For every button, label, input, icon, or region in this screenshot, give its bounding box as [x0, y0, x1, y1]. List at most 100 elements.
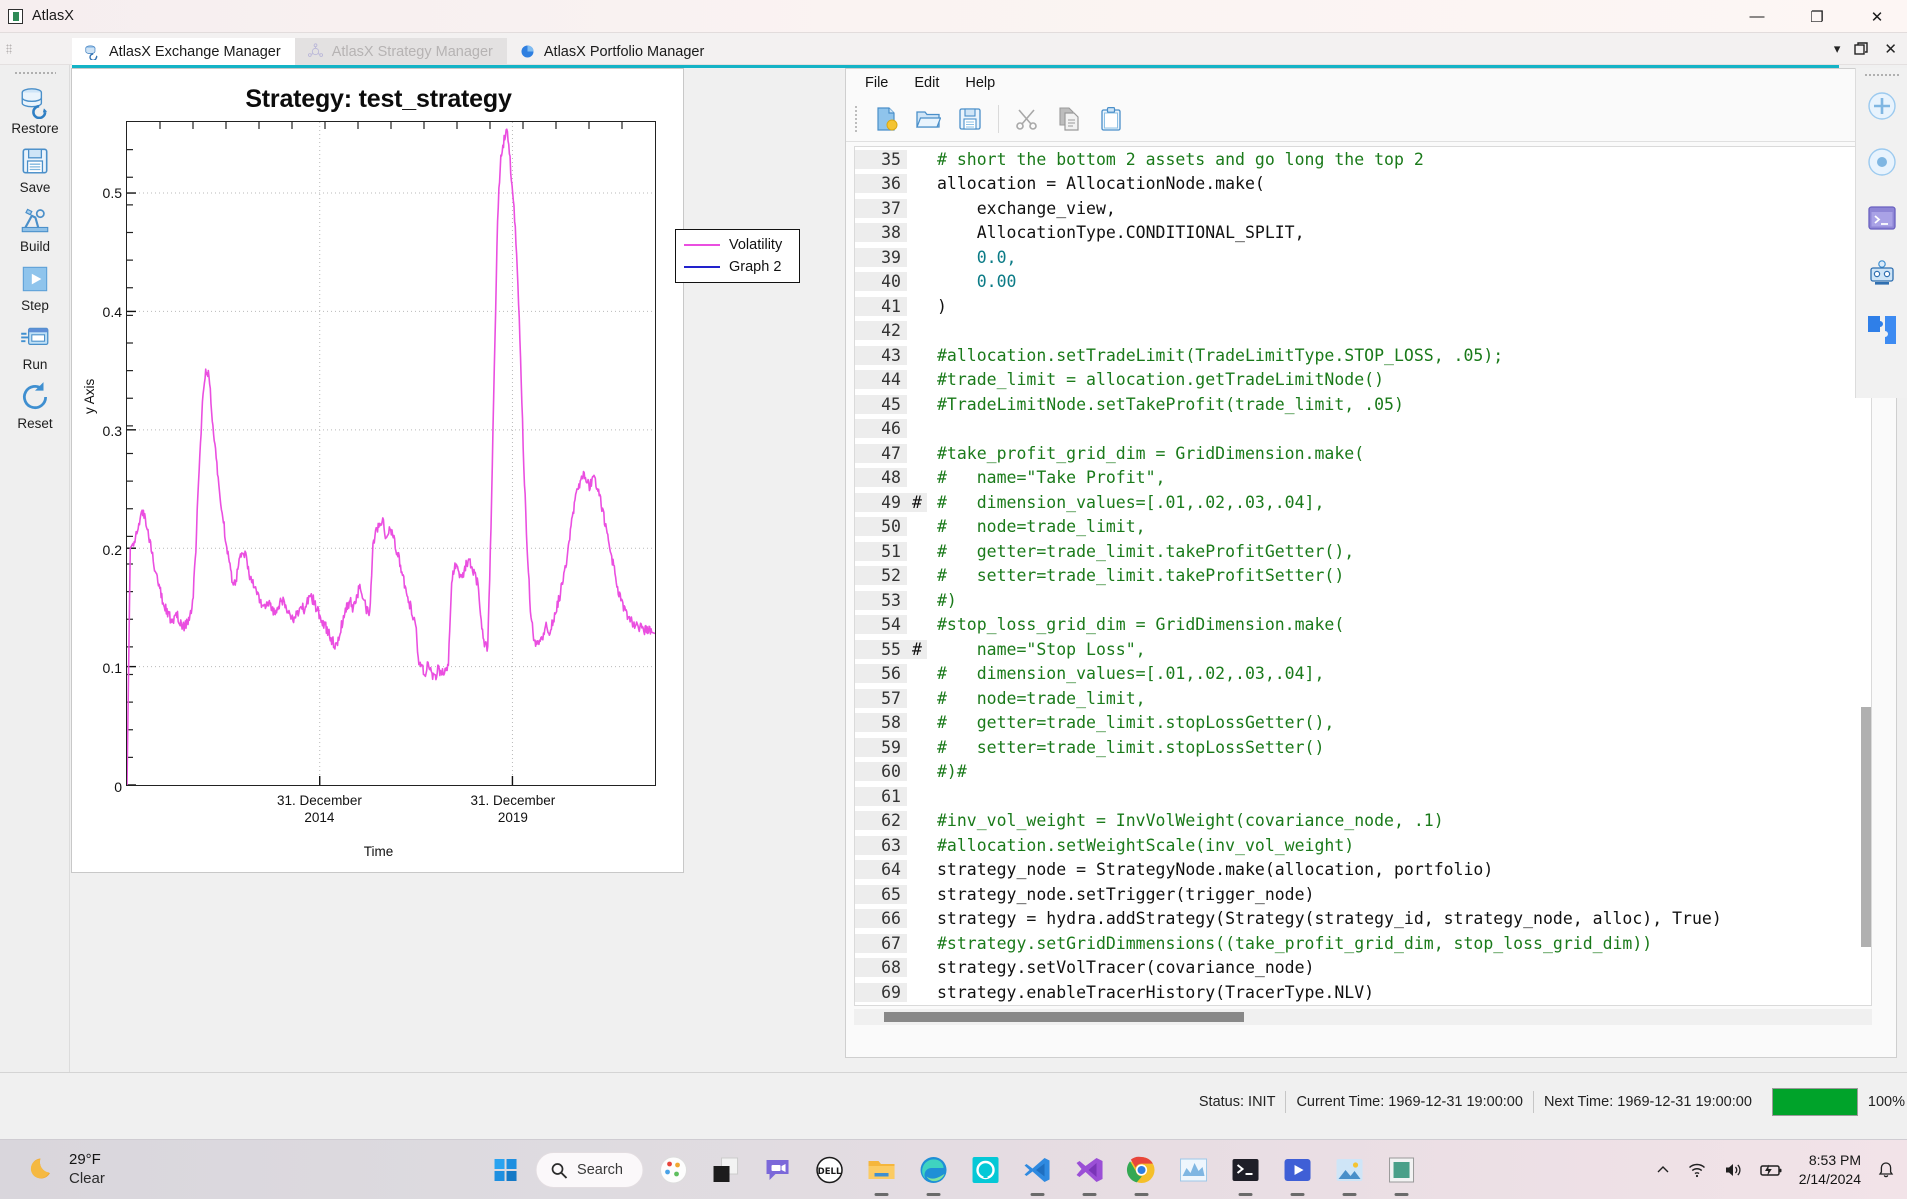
speaker-icon[interactable] [1723, 1160, 1743, 1180]
copy-button[interactable] [1051, 101, 1087, 137]
code-line[interactable]: 47#take_profit_grid_dim = GridDimension.… [855, 441, 1871, 466]
code-line[interactable]: 53#) [855, 588, 1871, 613]
code-line[interactable]: 49## dimension_values=[.01,.02,.03,.04], [855, 490, 1871, 515]
tab-strip-grip[interactable] [6, 44, 12, 54]
robot-button[interactable] [1856, 246, 1907, 302]
code-line[interactable]: 57# node=trade_limit, [855, 686, 1871, 711]
close-button[interactable]: ✕ [1847, 0, 1907, 33]
code-line[interactable]: 42 [855, 319, 1871, 344]
line-marker[interactable]: # [907, 493, 927, 512]
code-line[interactable]: 66strategy = hydra.addStrategy(Strategy(… [855, 907, 1871, 932]
toolbar-grip[interactable] [854, 105, 859, 133]
code-vertical-scrollbar-thumb[interactable] [1861, 707, 1871, 947]
rail-item-step[interactable]: Step [0, 254, 70, 313]
code-horizontal-scrollbar[interactable] [854, 1009, 1872, 1025]
code-line[interactable]: 44#trade_limit = allocation.getTradeLimi… [855, 368, 1871, 393]
battery-charging-icon[interactable] [1759, 1160, 1783, 1180]
tab-portfolio-manager[interactable]: AtlasX Portfolio Manager [507, 38, 718, 65]
code-line[interactable]: 61 [855, 784, 1871, 809]
code-line[interactable]: 55# name="Stop Loss", [855, 637, 1871, 662]
right-rail-grip[interactable] [1864, 73, 1900, 77]
code-line[interactable]: 36allocation = AllocationNode.make( [855, 172, 1871, 197]
code-line[interactable]: 46 [855, 417, 1871, 442]
chevron-down-icon[interactable]: ▾ [1834, 41, 1841, 57]
wifi-icon[interactable] [1687, 1160, 1707, 1180]
code-line[interactable]: 35# short the bottom 2 assets and go lon… [855, 147, 1871, 172]
code-line[interactable]: 52# setter=trade_limit.takeProfitSetter(… [855, 564, 1871, 589]
code-line[interactable]: 40 0.00 [855, 270, 1871, 295]
terminal-button[interactable] [1856, 190, 1907, 246]
taskbar-app-charts[interactable] [1172, 1148, 1216, 1192]
code-line[interactable]: 38 AllocationType.CONDITIONAL_SPLIT, [855, 221, 1871, 246]
taskbar-app-edge[interactable] [912, 1148, 956, 1192]
taskbar-clock[interactable]: 8:53 PM 2/14/2024 [1799, 1151, 1861, 1189]
taskbar-app-paint[interactable] [652, 1148, 696, 1192]
taskbar-app-chrome[interactable] [1120, 1148, 1164, 1192]
tab-strategy-manager[interactable]: AtlasX Strategy Manager [295, 38, 507, 65]
bell-icon[interactable] [1877, 1161, 1895, 1179]
code-line[interactable]: 48# name="Take Profit", [855, 466, 1871, 491]
chart-plot-area[interactable] [126, 121, 656, 786]
new-file-button[interactable] [868, 101, 904, 137]
code-text-area[interactable]: 35# short the bottom 2 assets and go lon… [854, 146, 1872, 1006]
close-icon[interactable]: ✕ [1884, 40, 1897, 58]
code-line[interactable]: 60#)# [855, 760, 1871, 785]
code-line[interactable]: 69strategy.enableTracerHistory(TracerTyp… [855, 980, 1871, 1005]
taskbar-app-visual-studio[interactable] [1068, 1148, 1112, 1192]
code-horizontal-scrollbar-thumb[interactable] [884, 1012, 1244, 1022]
code-line[interactable]: 43#allocation.setTradeLimit(TradeLimitTy… [855, 343, 1871, 368]
code-line[interactable]: 62#inv_vol_weight = InvVolWeight(covaria… [855, 809, 1871, 834]
show-hidden-icons[interactable] [1655, 1162, 1671, 1178]
code-line[interactable]: 39 0.0, [855, 245, 1871, 270]
rail-item-save[interactable]: Save [0, 136, 70, 195]
rail-item-run[interactable]: Run [0, 313, 70, 372]
taskbar-app-dell[interactable]: DELL [808, 1148, 852, 1192]
taskbar-app-video[interactable] [1276, 1148, 1320, 1192]
start-button[interactable] [483, 1148, 527, 1192]
taskbar-app-vscode[interactable] [1016, 1148, 1060, 1192]
restore-button[interactable]: ❐ [1787, 0, 1847, 33]
menu-file[interactable]: File [856, 73, 897, 93]
weather-widget[interactable]: 29°F Clear [28, 1150, 105, 1188]
code-line[interactable]: 67#strategy.setGridDimmensions((take_pro… [855, 931, 1871, 956]
taskbar-app-explorer[interactable] [860, 1148, 904, 1192]
restore-window-icon[interactable] [1854, 41, 1870, 57]
taskbar-app-terminal[interactable] [1224, 1148, 1268, 1192]
minimize-button[interactable]: — [1727, 0, 1787, 33]
tab-exchange-manager[interactable]: AtlasX Exchange Manager [72, 38, 295, 65]
code-line[interactable]: 37 exchange_view, [855, 196, 1871, 221]
open-folder-button[interactable] [910, 101, 946, 137]
code-line[interactable]: 65strategy_node.setTrigger(trigger_node) [855, 882, 1871, 907]
taskbar-app-atlasx[interactable] [1380, 1148, 1424, 1192]
plugins-button[interactable] [1856, 302, 1907, 358]
save-button[interactable] [952, 101, 988, 137]
paste-button[interactable] [1093, 101, 1129, 137]
code-line[interactable]: 63#allocation.setWeightScale(inv_vol_wei… [855, 833, 1871, 858]
code-line[interactable]: 51# getter=trade_limit.takeProfitGetter(… [855, 539, 1871, 564]
line-marker[interactable]: # [907, 640, 927, 659]
record-button[interactable] [1856, 134, 1907, 190]
code-line[interactable]: 50# node=trade_limit, [855, 515, 1871, 540]
code-line[interactable]: 59# setter=trade_limit.stopLossSetter() [855, 735, 1871, 760]
code-line[interactable]: 68strategy.setVolTracer(covariance_node) [855, 956, 1871, 981]
menu-edit[interactable]: Edit [905, 73, 948, 93]
code-line[interactable]: 56# dimension_values=[.01,.02,.03,.04], [855, 662, 1871, 687]
cut-button[interactable] [1009, 101, 1045, 137]
code-line[interactable]: 64strategy_node = StrategyNode.make(allo… [855, 858, 1871, 883]
code-line[interactable]: 41) [855, 294, 1871, 319]
taskbar-app-layers[interactable] [704, 1148, 748, 1192]
taskbar-app-photos[interactable] [1328, 1148, 1372, 1192]
rail-item-reset[interactable]: Reset [0, 372, 70, 431]
code-line[interactable]: 58# getter=trade_limit.stopLossGetter(), [855, 711, 1871, 736]
taskbar-app-teams[interactable] [756, 1148, 800, 1192]
rail-item-build[interactable]: Build [0, 195, 70, 254]
rail-item-restore[interactable]: Restore [0, 77, 70, 136]
taskbar-app-alexa[interactable] [964, 1148, 1008, 1192]
code-line[interactable]: 54#stop_loss_grid_dim = GridDimension.ma… [855, 613, 1871, 638]
code-line[interactable]: 70strategy.enableTracerHistory(TracerTyp… [855, 1005, 1871, 1007]
add-button[interactable] [1856, 78, 1907, 134]
rail-grip[interactable] [14, 71, 56, 75]
code-line[interactable]: 45#TradeLimitNode.setTakeProfit(trade_li… [855, 392, 1871, 417]
taskbar-search[interactable]: Search [535, 1152, 644, 1188]
menu-help[interactable]: Help [956, 73, 1004, 93]
